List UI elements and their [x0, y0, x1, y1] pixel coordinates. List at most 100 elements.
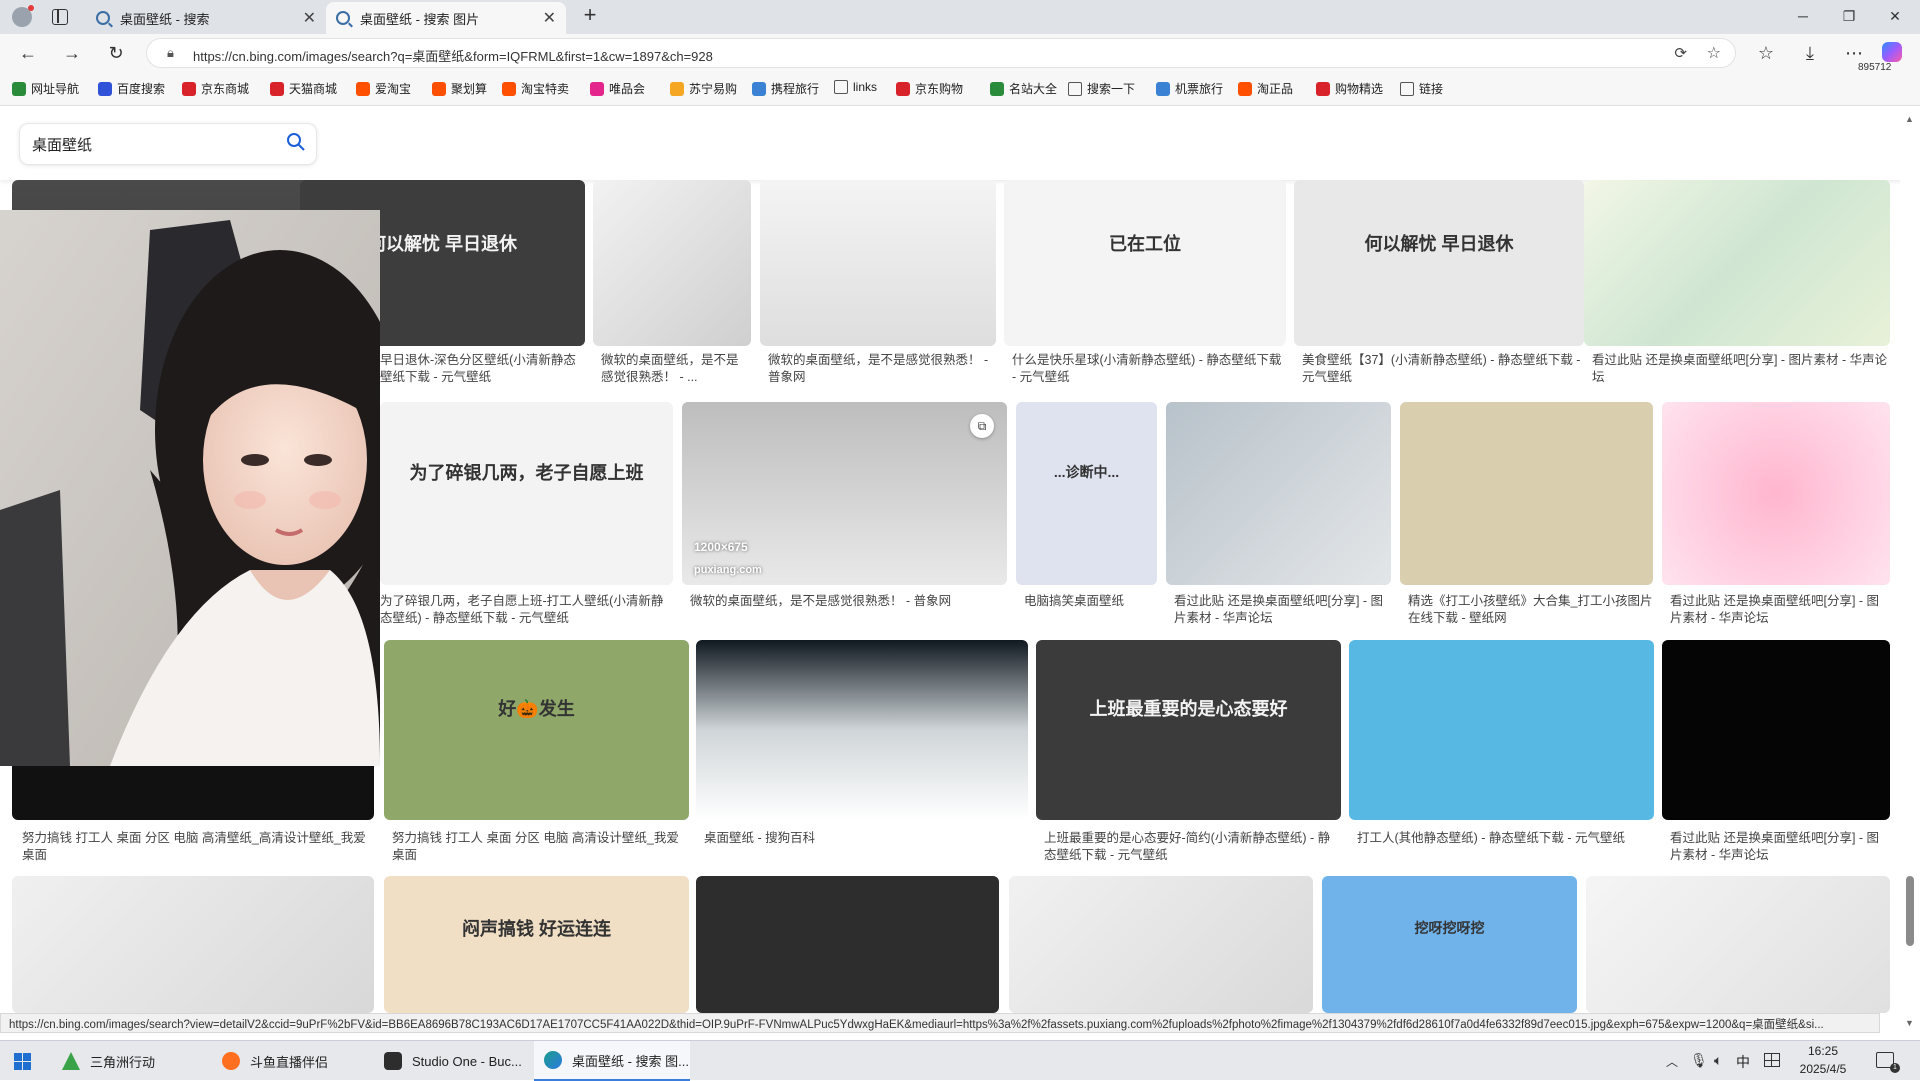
bookmark-item[interactable]: 购物精选 — [1316, 80, 1383, 97]
image-result-thumbnail[interactable] — [1662, 640, 1890, 820]
image-result-caption[interactable]: 看过此贴 还是换桌面壁纸吧[分享] - 图片素材 - 华声论坛 — [1174, 593, 1391, 627]
image-result-thumbnail[interactable] — [696, 876, 999, 1013]
tab-search[interactable]: 桌面壁纸 - 搜索 ✕ — [86, 2, 326, 34]
new-tab-button[interactable]: + — [578, 4, 602, 28]
bookmark-item[interactable]: 搜索一下 — [1068, 80, 1135, 97]
taskbar-item-douyu[interactable]: 斗鱼直播伴侣 — [212, 1041, 362, 1081]
close-icon[interactable]: ✕ — [303, 8, 316, 28]
bookmark-item[interactable]: 淘宝特卖 — [502, 80, 569, 97]
hover-source-label[interactable]: puxiang.com — [694, 564, 762, 576]
image-result-caption[interactable]: 什么是快乐星球(小清新静态壁纸) - 静态壁纸下载 - 元气壁纸 — [1012, 352, 1284, 386]
windows-start-icon[interactable] — [14, 1053, 31, 1070]
minimize-button[interactable]: ─ — [1780, 0, 1826, 32]
image-result-caption[interactable]: 看过此贴 还是换桌面壁纸吧[分享] - 图片素材 - 华声论坛 — [1670, 830, 1890, 864]
bookmark-item[interactable]: 天猫商城 — [270, 80, 337, 97]
bookmark-item[interactable]: 携程旅行 — [752, 80, 819, 97]
microphone-icon[interactable]: 🎙︎ — [1690, 1052, 1708, 1069]
scroll-thumb[interactable] — [1906, 876, 1914, 946]
scroll-down-icon[interactable]: ▼ — [1905, 1018, 1914, 1028]
clock-time[interactable]: 16:25 — [1788, 1044, 1858, 1058]
bookmark-item[interactable]: 百度搜索 — [98, 80, 165, 97]
image-result-caption[interactable]: 打工人(其他静态壁纸) - 静态壁纸下载 - 元气壁纸 — [1357, 830, 1654, 864]
image-result-thumbnail[interactable] — [1349, 640, 1654, 820]
volume-icon[interactable]: 🔈︎ — [1714, 1052, 1722, 1069]
image-result-caption[interactable]: 努力搞钱 打工人 桌面 分区 电脑 高清壁纸_高清设计壁纸_我爱桌面 — [22, 830, 372, 864]
scroll-up-icon[interactable]: ▲ — [1905, 114, 1914, 124]
image-result-caption[interactable]: 看过此贴 还是换桌面壁纸吧[分享] - 图片素材 - 华声论坛 — [1592, 352, 1890, 386]
page-scrollbar[interactable]: ▲ ▼ — [1900, 106, 1920, 1040]
tab-label: 桌面壁纸 - 搜索 — [120, 11, 210, 27]
image-result-caption[interactable]: 早日退休-深色分区壁纸(小清新静态壁纸下载 - 元气壁纸 — [380, 352, 580, 386]
taskbar-item-studio-one[interactable]: Studio One - Buc... — [374, 1041, 524, 1081]
tab-image-search[interactable]: 桌面壁纸 - 搜索 图片 ✕ — [326, 2, 566, 34]
ime-indicator[interactable]: 中 — [1736, 1052, 1750, 1072]
back-button[interactable]: ← — [12, 38, 44, 68]
image-result-caption[interactable]: 看过此贴 还是换桌面壁纸吧[分享] - 图片素材 - 华声论坛 — [1670, 593, 1890, 627]
image-result-thumbnail[interactable]: 好🎃发生 — [384, 640, 689, 820]
image-result-caption[interactable]: 美食壁纸【37】(小清新静态壁纸) - 静态壁纸下载 - 元气壁纸 — [1302, 352, 1584, 386]
bookmark-item[interactable]: 京东商城 — [182, 80, 249, 97]
download-icon[interactable]: ⤓ — [1794, 38, 1826, 68]
bookmark-item[interactable]: 淘正品 — [1238, 80, 1293, 97]
taskbar-item-delta-force[interactable]: 三角洲行动 — [52, 1041, 180, 1081]
close-window-button[interactable]: ✕ — [1872, 0, 1918, 32]
image-result-thumbnail[interactable] — [1009, 876, 1313, 1013]
bookmark-item[interactable]: 苏宁易购 — [670, 80, 737, 97]
image-result-thumbnail[interactable] — [593, 180, 751, 346]
bookmark-site-icon — [502, 81, 516, 96]
bookmark-item[interactable]: 聚划算 — [432, 80, 487, 97]
image-result-caption[interactable]: 微软的桌面壁纸，是不是感觉很熟悉！ - ... — [601, 352, 749, 386]
image-result-thumbnail[interactable] — [1400, 402, 1653, 585]
image-result-thumbnail[interactable]: 为了碎银几两，老子自愿上班 — [380, 402, 673, 585]
visual-search-icon[interactable]: ⧉ — [970, 414, 994, 438]
forward-button[interactable]: → — [56, 38, 88, 68]
image-result-caption[interactable]: 为了碎银几两，老子自愿上班-打工人壁纸(小清新静态壁纸) - 静态壁纸下载 - … — [380, 593, 673, 627]
image-result-caption[interactable]: 努力搞钱 打工人 桌面 分区 电脑 高清设计壁纸_我爱桌面 — [392, 830, 689, 864]
image-result-caption[interactable]: 微软的桌面壁纸，是不是感觉很熟悉！ - 普象网 — [690, 593, 1007, 627]
maximize-button[interactable]: ❐ — [1826, 0, 1872, 32]
copilot-icon[interactable] — [1882, 42, 1902, 62]
taskbar-item-edge[interactable]: 桌面壁纸 - 搜索 图... — [534, 1041, 690, 1081]
image-result-thumbnail[interactable] — [1662, 402, 1890, 585]
image-result-caption[interactable]: 精选《打工小孩壁纸》大合集_打工小孩图片在线下载 - 壁纸网 — [1408, 593, 1653, 627]
lock-icon[interactable]: 🔒︎ — [167, 45, 174, 61]
image-result-thumbnail[interactable] — [1166, 402, 1391, 585]
bookmark-item[interactable]: 爱淘宝 — [356, 80, 411, 97]
image-result-thumbnail[interactable]: 上班最重要的是心态要好 — [1036, 640, 1341, 820]
favorites-icon[interactable]: ☆ — [1750, 38, 1782, 68]
translate-icon[interactable]: ⟳ — [1674, 44, 1687, 62]
image-result-thumbnail[interactable]: 何以解忧 早日退休 — [1294, 180, 1584, 346]
image-result-thumbnail[interactable] — [12, 876, 374, 1013]
tab-actions-icon[interactable] — [52, 9, 68, 25]
image-result-thumbnail[interactable] — [696, 640, 1028, 820]
bookmark-item[interactable]: 名站大全 — [990, 80, 1057, 97]
image-result-thumbnail[interactable] — [1584, 180, 1890, 346]
favorite-star-icon[interactable]: ☆ — [1707, 43, 1721, 63]
image-result-caption[interactable]: 桌面壁纸 - 搜狗百科 — [704, 830, 1028, 864]
bookmark-item[interactable]: 京东购物 — [896, 80, 963, 97]
clock-date[interactable]: 2025/4/5 — [1788, 1062, 1858, 1076]
search-box[interactable] — [20, 124, 316, 164]
image-result-thumbnail[interactable]: 已在工位 — [1004, 180, 1286, 346]
image-result-caption[interactable]: 上班最重要的是心态要好-简约(小清新静态壁纸) - 静态壁纸下载 - 元气壁纸 — [1044, 830, 1341, 864]
image-result-thumbnail[interactable] — [682, 402, 1007, 585]
image-result-thumbnail[interactable]: ...诊断中... — [1016, 402, 1157, 585]
image-result-thumbnail[interactable]: 闷声搞钱 好运连连 — [384, 876, 689, 1013]
image-result-caption[interactable]: 微软的桌面壁纸，是不是感觉很熟悉！ - 普象网 — [768, 352, 994, 386]
bookmark-item[interactable]: 机票旅行 — [1156, 80, 1223, 97]
address-bar[interactable]: 🔒︎ https://cn.bing.com/images/search?q=桌… — [146, 38, 1736, 68]
image-result-thumbnail[interactable]: 挖呀挖呀挖 — [1322, 876, 1577, 1013]
bookmark-item[interactable]: links — [834, 80, 877, 94]
keyboard-layout-icon[interactable] — [1764, 1053, 1780, 1067]
tray-chevron-icon[interactable]: ︿ — [1666, 1053, 1678, 1070]
search-icon[interactable] — [286, 132, 306, 152]
search-input[interactable] — [32, 133, 272, 155]
bookmark-item[interactable]: 网址导航 — [12, 80, 79, 97]
refresh-button[interactable]: ↻ — [100, 38, 132, 68]
bookmark-item[interactable]: 唯品会 — [590, 80, 645, 97]
image-result-thumbnail[interactable] — [760, 180, 996, 346]
image-result-caption[interactable]: 电脑搞笑桌面壁纸 — [1024, 593, 1157, 627]
bookmark-item[interactable]: 链接 — [1400, 80, 1443, 97]
image-result-thumbnail[interactable] — [1586, 876, 1890, 1013]
close-icon[interactable]: ✕ — [543, 8, 556, 28]
